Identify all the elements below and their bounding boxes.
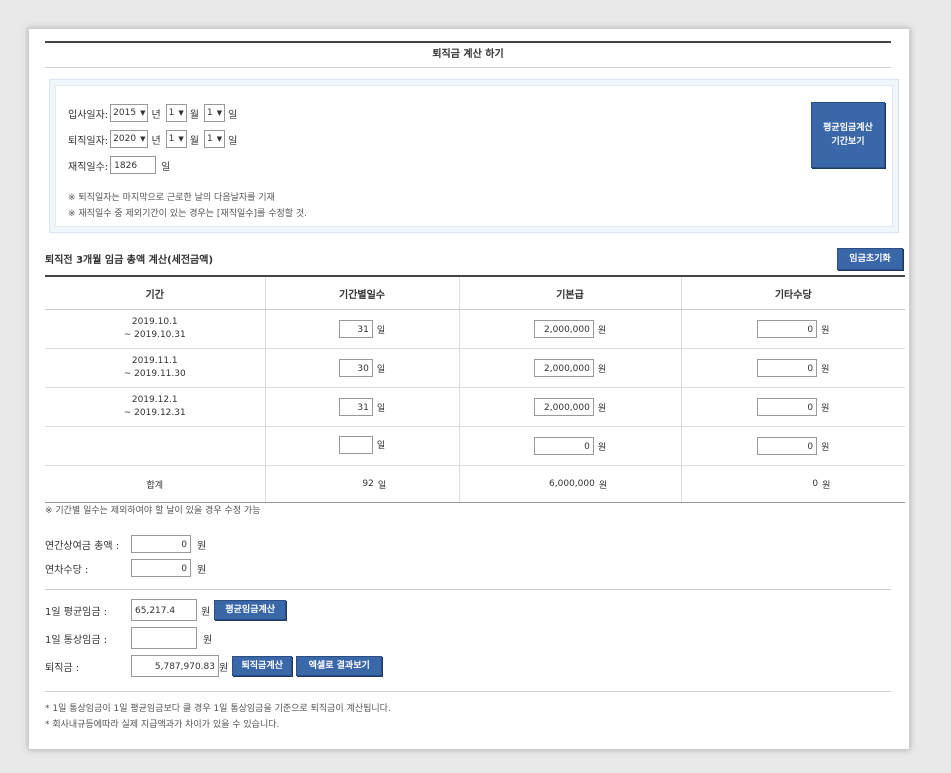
severance-row: 퇴직금 : 5,787,970.83 원 퇴직금계산 엑셀로 결과보기 bbox=[45, 655, 383, 677]
annual-bonus-input[interactable]: 0 bbox=[131, 535, 191, 553]
hire-day-select[interactable]: 1 ▼ bbox=[204, 104, 226, 122]
leave-pay-row: 연차수당 : 0 원 bbox=[45, 559, 206, 577]
base-cell: 2,000,000 원 bbox=[459, 348, 682, 388]
footnote-normal-wage: * 1일 통상임금이 1일 평균임금보다 클 경우 1일 통상임금을 기준으로 … bbox=[45, 704, 391, 714]
sum-label: 합계 bbox=[45, 465, 266, 503]
tenure-row: 재직일수: 1826 일 bbox=[68, 156, 175, 174]
dropdown-arrow-icon: ▼ bbox=[216, 135, 223, 143]
severance-label: 퇴직금 : bbox=[45, 662, 80, 674]
divider bbox=[45, 691, 891, 692]
other-pay-input[interactable]: 0 bbox=[757, 359, 818, 377]
base-pay-input[interactable]: 2,000,000 bbox=[533, 398, 594, 416]
sum-days-cell: 92 일 bbox=[265, 465, 460, 503]
other-cell: 0원 bbox=[681, 348, 905, 388]
annual-bonus-row: 연간상여금 총액 : 0 원 bbox=[45, 535, 206, 553]
leave-pay-label: 연차수당 : bbox=[45, 564, 89, 576]
tenure-input[interactable]: 1826 bbox=[110, 156, 157, 174]
leave-pay-input[interactable]: 0 bbox=[131, 559, 191, 577]
days-cell: 일 bbox=[265, 426, 460, 466]
hire-year-select[interactable]: 2015 ▼ bbox=[110, 104, 149, 122]
normal-wage-label: 1일 통상임금 : bbox=[45, 634, 108, 646]
tenure-note: ※ 재직일수 중 제외기간이 있는 경우는 [재직일수]를 수정할 것. bbox=[68, 209, 308, 219]
dropdown-arrow-icon: ▼ bbox=[140, 135, 146, 143]
page-title: 퇴직금 계산 하기 bbox=[45, 41, 891, 68]
other-pay-input[interactable]: 0 bbox=[757, 320, 818, 338]
table-row: 2019.10.1 ~ 2019.10.31 31 일 2,000,000 원 0원 bbox=[45, 309, 905, 349]
date-panel-inner: 입사일자: 2015 ▼ 년 1 ▼ 월 1 ▼ 일 퇴직일자: 2020 ▼ 년 1 ▼… bbox=[55, 85, 893, 227]
severance-input[interactable]: 5,787,970.83 bbox=[131, 655, 219, 677]
hire-date-label: 입사일자: bbox=[68, 109, 109, 121]
days-input[interactable]: 30 bbox=[338, 359, 373, 377]
dropdown-arrow-icon: ▼ bbox=[178, 135, 184, 143]
calculator-frame: 퇴직금 계산 하기 입사일자: 2015 ▼ 년 1 ▼ 월 1 ▼ 일 퇴직일자: … bbox=[28, 28, 910, 750]
base-cell: 2,000,000 원 bbox=[459, 309, 682, 349]
retire-month-select[interactable]: 1 ▼ bbox=[165, 130, 187, 148]
sum-base-cell: 6,000,000 원 bbox=[459, 465, 682, 503]
base-pay-input[interactable]: 2,000,000 bbox=[533, 359, 594, 377]
normal-wage-row: 1일 통상임금 : 원 bbox=[45, 627, 212, 649]
sum-other-cell: 0원 bbox=[681, 465, 905, 503]
date-panel: 입사일자: 2015 ▼ 년 1 ▼ 월 1 ▼ 일 퇴직일자: 2020 ▼ 년 1 ▼… bbox=[49, 79, 899, 233]
reset-wage-button[interactable]: 임금초기화 bbox=[837, 248, 903, 270]
base-pay-input[interactable]: 2,000,000 bbox=[533, 320, 594, 338]
tenure-label: 재직일수: bbox=[68, 161, 109, 173]
period-cell: 2019.11.1 ~ 2019.11.30 bbox=[45, 348, 266, 388]
hire-month-select[interactable]: 1 ▼ bbox=[165, 104, 187, 122]
retire-day-select[interactable]: 1 ▼ bbox=[204, 130, 226, 148]
base-pay-input[interactable]: 0 bbox=[533, 437, 594, 455]
annual-bonus-label: 연간상여금 총액 : bbox=[45, 540, 120, 552]
days-input[interactable] bbox=[338, 435, 373, 454]
wage-section-title: 퇴직전 3개월 임금 총액 계산(세전금액) bbox=[45, 255, 214, 266]
excel-result-button[interactable]: 엑셀로 결과보기 bbox=[296, 656, 383, 676]
retire-year-select[interactable]: 2020 ▼ bbox=[110, 130, 149, 148]
retire-date-label: 퇴직일자: bbox=[68, 135, 109, 147]
base-cell: 0원 bbox=[459, 426, 682, 466]
column-header-period: 기간 bbox=[45, 275, 266, 310]
days-cell: 31 일 bbox=[265, 309, 460, 349]
avg-wage-period-button[interactable]: 평균임금계산 기간보기 bbox=[811, 102, 885, 168]
period-cell bbox=[45, 426, 266, 466]
divider bbox=[45, 589, 891, 590]
avg-wage-row: 1일 평균임금 : 65,217.4 원 평균임금계산 bbox=[45, 599, 287, 621]
wage-table: 기간 기간별일수 기본급 기타수당 2019.10.1 ~ 2019.10.31 … bbox=[45, 275, 905, 503]
hire-date-row: 입사일자: 2015 ▼ 년 1 ▼ 월 1 ▼ 일 bbox=[68, 104, 242, 122]
days-input[interactable]: 31 bbox=[338, 320, 373, 338]
column-header-other: 기타수당 bbox=[681, 275, 905, 310]
base-cell: 2,000,000 원 bbox=[459, 387, 682, 427]
retire-date-note: ※ 퇴직일자는 마지막으로 근로한 날의 다음날자를 기재 bbox=[68, 193, 275, 203]
dropdown-arrow-icon: ▼ bbox=[140, 109, 146, 117]
table-row: 2019.11.1 ~ 2019.11.30 30 일 2,000,000 원 0원 bbox=[45, 348, 905, 388]
footnote-company-rules: * 회사내규등에따라 실제 지급액과가 차이가 있을 수 있습니다. bbox=[45, 720, 280, 730]
days-cell: 31 일 bbox=[265, 387, 460, 427]
other-cell: 0원 bbox=[681, 387, 905, 427]
retire-date-row: 퇴직일자: 2020 ▼ 년 1 ▼ 월 1 ▼ 일 bbox=[68, 130, 242, 148]
table-header-row: 기간 기간별일수 기본급 기타수당 bbox=[45, 275, 905, 310]
other-cell: 0원 bbox=[681, 426, 905, 466]
days-edit-note: ※ 기간별 일수는 제외하여야 할 날이 있을 경우 수정 가능 bbox=[45, 506, 261, 516]
table-row: 2019.12.1 ~ 2019.12.31 31 일 2,000,000 원 0원 bbox=[45, 387, 905, 427]
period-cell: 2019.12.1 ~ 2019.12.31 bbox=[45, 387, 266, 427]
other-pay-input[interactable]: 0 bbox=[757, 398, 818, 416]
avg-wage-input[interactable]: 65,217.4 bbox=[131, 599, 197, 621]
avg-wage-calc-button[interactable]: 평균임금계산 bbox=[214, 600, 287, 620]
table-row: 일 0원 0원 bbox=[45, 426, 905, 466]
days-input[interactable]: 31 bbox=[338, 398, 373, 416]
other-pay-input[interactable]: 0 bbox=[757, 437, 818, 455]
column-header-days: 기간별일수 bbox=[265, 275, 460, 310]
sum-row: 합계 92 일 6,000,000 원 0원 bbox=[45, 465, 905, 503]
dropdown-arrow-icon: ▼ bbox=[216, 109, 223, 117]
normal-wage-input[interactable] bbox=[131, 627, 197, 649]
dropdown-arrow-icon: ▼ bbox=[178, 109, 184, 117]
period-cell: 2019.10.1 ~ 2019.10.31 bbox=[45, 309, 266, 349]
other-cell: 0원 bbox=[681, 309, 905, 349]
severance-calc-button[interactable]: 퇴직금계산 bbox=[232, 656, 293, 676]
column-header-base: 기본급 bbox=[459, 275, 682, 310]
avg-wage-label: 1일 평균임금 : bbox=[45, 606, 108, 618]
days-cell: 30 일 bbox=[265, 348, 460, 388]
